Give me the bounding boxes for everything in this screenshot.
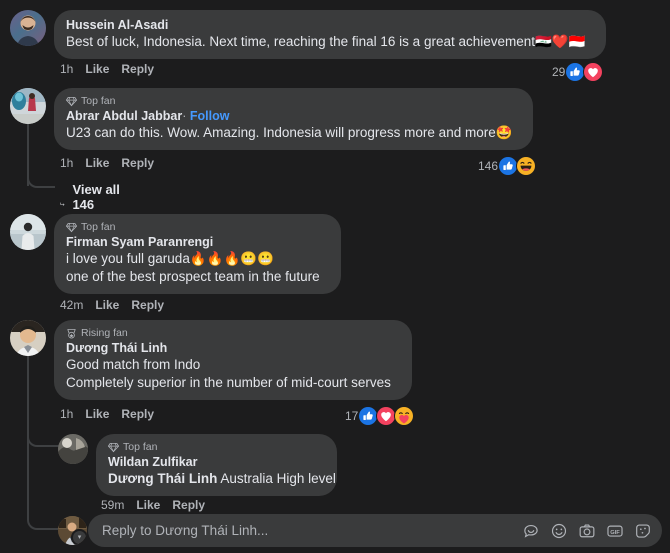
top-fan-badge: Top fan (66, 95, 521, 107)
reaction-haha-icon (516, 156, 537, 176)
reply-button[interactable]: Reply (121, 62, 154, 76)
comment-author[interactable]: Hussein Al-Asadi (66, 17, 594, 33)
comment-timestamp[interactable]: 42m (60, 298, 83, 312)
comment-author[interactable]: Dương Thái Linh (66, 340, 400, 356)
avatar[interactable] (10, 320, 46, 356)
follow-link[interactable]: Follow (190, 109, 230, 123)
rising-fan-badge: Rising fan (66, 327, 400, 339)
camera-icon[interactable] (578, 522, 596, 540)
comment-author[interactable]: Firman Syam Paranrengi (66, 234, 329, 250)
avatar-image (58, 434, 88, 464)
top-fan-label: Top fan (81, 221, 116, 233)
like-button[interactable]: Like (85, 62, 109, 76)
comment-text-line-1: i love you full garuda🔥🔥🔥😬😬 (66, 250, 329, 268)
reply-button[interactable]: Reply (121, 156, 154, 170)
emoji-icon[interactable] (550, 522, 568, 540)
current-user-avatar[interactable]: ▾ (58, 516, 87, 545)
comment-bubble: Hussein Al-Asadi Best of luck, Indonesia… (54, 10, 606, 59)
reaction-care-icon (394, 406, 415, 426)
reply-input-placeholder[interactable]: Reply to Dương Thái Linh... (102, 522, 522, 540)
thread-connector-abrar (27, 118, 29, 186)
comments-thread-panel: Hussein Al-Asadi Best of luck, Indonesia… (0, 0, 670, 553)
diamond-icon (108, 442, 119, 452)
reactions-pill[interactable]: 17 (345, 406, 415, 426)
reaction-like-icon (498, 156, 519, 176)
comment-actions: 1h Like Reply (60, 62, 154, 76)
comment-emoji: 🇮🇶❤️🇮🇩 (535, 34, 586, 50)
avatar[interactable] (10, 10, 46, 46)
comment-author[interactable]: Wildan Zulfikar (108, 454, 325, 470)
avatar[interactable] (10, 88, 46, 124)
comment-text-line-2: one of the best prospect team in the fut… (66, 269, 320, 284)
comment-actions: 1h Like Reply (60, 156, 154, 170)
mention-link[interactable]: Dương Thái Linh (108, 471, 217, 486)
comment-text: Best of luck, Indonesia. Next time, reac… (66, 33, 594, 51)
top-fan-label: Top fan (123, 441, 158, 453)
comment-bubble: Top fan Abrar Abdul Jabbar· Follow U23 c… (54, 88, 533, 150)
comment-timestamp[interactable]: 1h (60, 156, 73, 170)
composer-tools: GIF (522, 522, 652, 540)
gif-icon[interactable]: GIF (606, 522, 624, 540)
comment-emoji: 🤩 (495, 125, 513, 141)
like-button[interactable]: Like (85, 407, 109, 421)
comment-timestamp[interactable]: 1h (60, 407, 73, 421)
reply-button[interactable]: Reply (131, 298, 164, 312)
reply-composer[interactable]: Reply to Dương Thái Linh... GIF (88, 514, 662, 547)
avatar-image (10, 10, 46, 46)
comment-bubble: Top fan Wildan Zulfikar Dương Thái Linh … (96, 434, 337, 496)
reaction-count: 29 (552, 65, 566, 79)
top-fan-badge: Top fan (66, 221, 329, 233)
thread-connector-abrar-elbow (27, 118, 55, 188)
reaction-count: 17 (345, 409, 359, 423)
top-fan-label: Top fan (81, 95, 116, 107)
comment-actions: 1h Like Reply (60, 407, 154, 421)
reply-button[interactable]: Reply (121, 407, 154, 421)
comment-timestamp[interactable]: 59m (101, 498, 124, 512)
reaction-like-icon (358, 406, 379, 426)
comment-emoji: 🔥🔥🔥😬😬 (189, 251, 274, 267)
sticker-comment-icon[interactable] (522, 522, 540, 540)
reaction-like-icon (565, 62, 586, 82)
like-button[interactable]: Like (95, 298, 119, 312)
comment-author: Abrar Abdul Jabbar· Follow (66, 108, 521, 124)
avatar[interactable] (10, 214, 46, 250)
reaction-count: 146 (478, 159, 499, 173)
reply-arrow-icon (60, 202, 65, 206)
comment-text: U23 can do this. Wow. Amazing. Indonesia… (66, 124, 521, 142)
avatar-sticker-icon[interactable] (634, 522, 652, 540)
avatar[interactable] (58, 434, 88, 464)
comment-bubble: Rising fan Dương Thái Linh Good match fr… (54, 320, 412, 400)
comment-text-body: Australia High level (220, 471, 336, 486)
comment-timestamp[interactable]: 1h (60, 62, 73, 76)
reply-button[interactable]: Reply (172, 498, 205, 512)
avatar-image (10, 88, 46, 124)
comment-author-name[interactable]: Abrar Abdul Jabbar (66, 109, 182, 123)
chevron-down-icon[interactable]: ▾ (71, 529, 87, 545)
comment-bubble: Top fan Firman Syam Paranrengi i love yo… (54, 214, 341, 294)
avatar-image (10, 214, 46, 250)
rising-fan-label: Rising fan (81, 327, 128, 339)
diamond-icon (66, 222, 77, 232)
like-button[interactable]: Like (136, 498, 160, 512)
comment-actions: 42m Like Reply (60, 298, 164, 312)
diamond-icon (66, 96, 77, 106)
comment-text-line-2: Completely superior in the number of mid… (66, 375, 391, 390)
comment-actions: 59m Like Reply (101, 498, 205, 512)
avatar-image (10, 320, 46, 356)
like-button[interactable]: Like (85, 156, 109, 170)
svg-text:GIF: GIF (610, 529, 620, 535)
author-separator: · (182, 109, 187, 123)
comment-text-line-1: Good match from Indo (66, 357, 201, 372)
reaction-love-icon (583, 62, 604, 82)
thread-connector-duong (27, 348, 29, 513)
top-fan-badge: Top fan (108, 441, 325, 453)
reaction-love-icon (376, 406, 397, 426)
reactions-pill[interactable]: 146 (478, 156, 537, 176)
reactions-pill[interactable]: 29 (552, 62, 604, 82)
comment-text-body: Best of luck, Indonesia. Next time, reac… (66, 34, 536, 49)
comment-text-body: i love you full garuda (66, 251, 190, 266)
comment-text: Dương Thái Linh Australia High level (108, 470, 336, 488)
medal-icon (67, 328, 76, 339)
comment-text-body: U23 can do this. Wow. Amazing. Indonesia… (66, 125, 496, 140)
